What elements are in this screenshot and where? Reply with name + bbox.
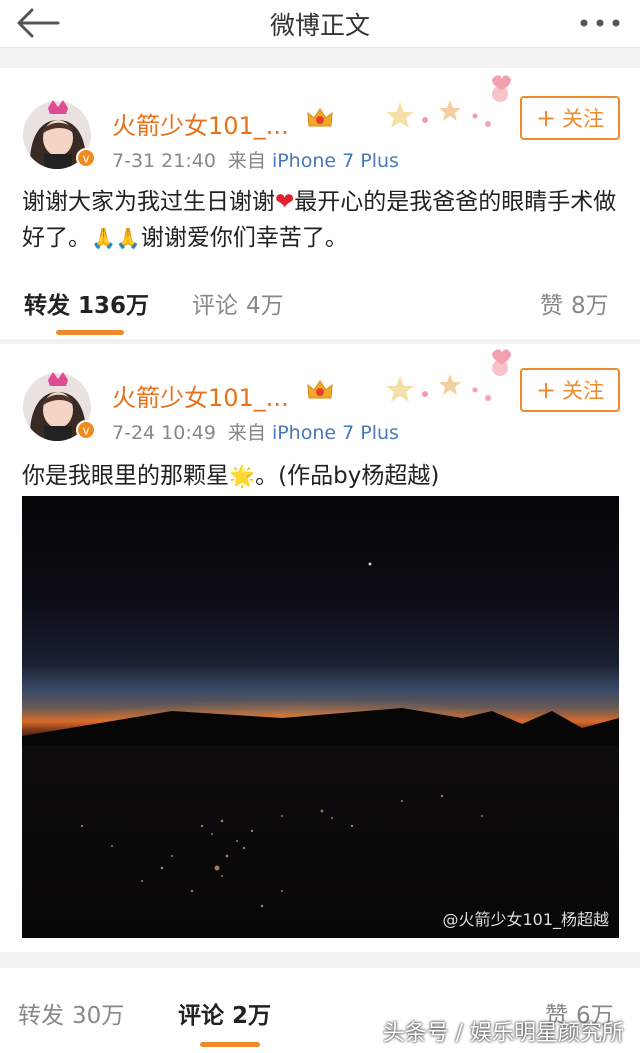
comment-button[interactable]: 评论 2万 [178,996,271,1030]
active-tab-indicator [200,1042,260,1047]
comment-count: 4万 [246,293,284,319]
like-label: 赞 [540,293,563,319]
svg-text:v: v [82,424,89,438]
post-card: v 火箭少女101_... 7-24 10:49 来自 iPhone 7 Plus … [0,344,640,952]
post-date: 7-31 21:40 [112,150,216,172]
username[interactable]: 火箭少女101_... [112,378,289,413]
repost-button[interactable]: 转发 136万 [24,286,149,320]
post-meta: 7-24 10:49 来自 iPhone 7 Plus [112,418,399,445]
source-prefix: 来自 [227,150,266,172]
post-text: 谢谢大家为我过生日谢谢❤最开心的是我爸爸的眼睛手术做好了。🙏🙏谢谢爱你们幸苦了。 [22,184,622,256]
star-decoration-icon [380,346,520,406]
post-text-part: 谢谢大家为我过生日谢谢 [22,189,275,215]
more-options-button[interactable] [574,10,626,36]
vip-crown-icon [306,378,334,402]
follow-button[interactable]: + 关注 [520,96,620,140]
glowing-star-emoji-icon: 🌟 [229,464,256,488]
plus-icon: + [535,104,557,132]
repost-label: 转发 [24,293,70,319]
page-title: 微博正文 [269,11,370,40]
image-watermark: @火箭少女101_杨超越 [442,910,609,929]
night-sky-photo [22,496,619,938]
repost-count: 136万 [78,293,150,319]
like-count: 8万 [571,293,609,319]
comment-label: 评论 [178,1003,224,1029]
post-text-part: 。(作品by杨超越) [255,463,440,489]
repost-button[interactable]: 转发 30万 [18,996,124,1030]
post-meta: 7-31 21:40 来自 iPhone 7 Plus [112,146,399,173]
footer-watermark: 头条号 / 娱乐明星颜究所 [382,1021,624,1046]
repost-count: 30万 [72,1003,125,1029]
like-button[interactable]: 赞 8万 [540,286,609,320]
post-image[interactable]: @火箭少女101_杨超越 [22,496,619,938]
device-link[interactable]: iPhone 7 Plus [272,422,399,444]
post-card: v 火箭少女101_... 7-31 21:40 来自 iPhone 7 Plus … [0,68,640,339]
follow-label: 关注 [562,107,605,131]
top-bar: 微博正文 [0,0,640,48]
plus-icon: + [535,376,557,404]
device-link[interactable]: iPhone 7 Plus [272,150,399,172]
comment-label: 评论 [192,293,238,319]
vip-crown-icon [306,106,334,130]
star-decoration-icon [380,72,520,132]
source-prefix: 来自 [227,422,266,444]
post-actions: 转发 136万 评论 4万 赞 8万 [0,278,640,338]
post-text: 你是我眼里的那颗星🌟。(作品by杨超越) [22,458,622,494]
pray-emoji-icon: 🙏🙏 [91,226,141,250]
post-date: 7-24 10:49 [112,422,216,444]
heart-emoji-icon: ❤ [275,189,295,215]
follow-label: 关注 [562,379,605,403]
more-dots-icon [580,19,620,27]
follow-button[interactable]: + 关注 [520,368,620,412]
post-text-part: 你是我眼里的那颗星 [22,463,229,489]
repost-label: 转发 [18,1003,64,1029]
avatar[interactable]: v [22,370,96,441]
comment-count: 2万 [232,1003,272,1029]
post-text-part: 谢谢爱你们幸苦了。 [140,225,348,251]
svg-text:v: v [82,152,89,166]
username[interactable]: 火箭少女101_... [112,106,289,141]
avatar[interactable]: v [22,98,96,169]
active-tab-indicator [56,330,124,335]
comment-button[interactable]: 评论 4万 [192,286,284,320]
